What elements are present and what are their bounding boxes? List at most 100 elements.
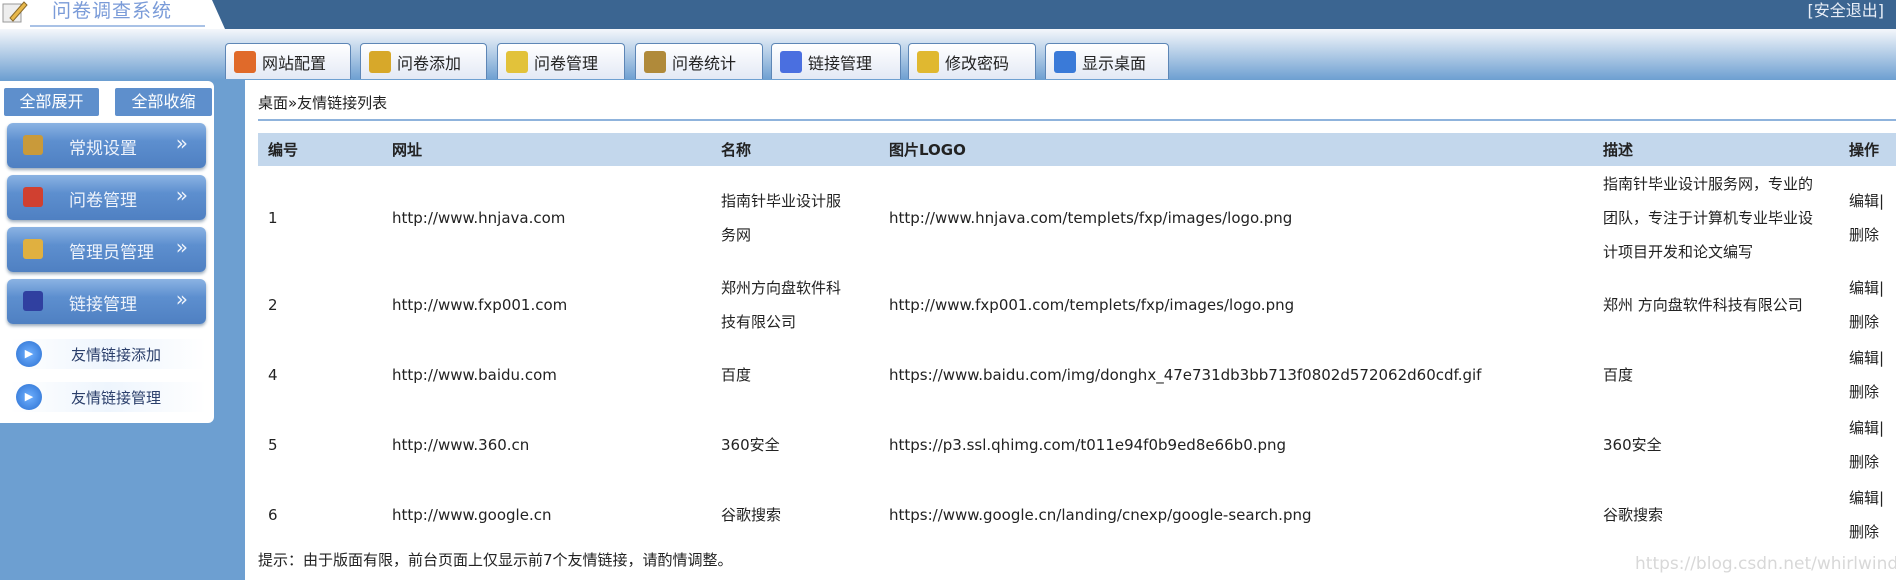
play-icon: ▶ [16, 384, 42, 410]
logout-link[interactable]: [安全退出] [1808, 0, 1885, 21]
row-actions: 编辑| 删除 [1839, 410, 1896, 480]
menu-label: 管理员管理 [69, 243, 154, 263]
expand-all-button[interactable]: 全部展开 [4, 88, 99, 116]
top-bar: [安全退出] [0, 0, 1896, 29]
subitem-label: 友情链接管理 [71, 389, 162, 407]
row-actions: 编辑| 删除 [1839, 270, 1896, 340]
play-icon: ▶ [16, 341, 42, 367]
row-id: 1 [268, 209, 278, 227]
row-actions: 编辑| 删除 [1839, 340, 1896, 410]
menu-label: 问卷管理 [69, 191, 137, 211]
tab-label: 网站配置 [262, 53, 327, 73]
title-underline [30, 25, 205, 27]
row-name: 郑州方向盘软件科技有限公司 [721, 279, 842, 331]
table-header-row: 编号 网址 名称 图片LOGO 描述 操作 [258, 133, 1896, 166]
row-url: http://www.google.cn [392, 506, 552, 524]
col-desc: 描述 [1593, 133, 1839, 166]
menu-label: 链接管理 [69, 295, 137, 315]
row-url: http://www.hnjava.com [392, 209, 566, 227]
tab-6[interactable]: 显示桌面 [1045, 43, 1169, 79]
watermark: https://blog.csdn.net/whirlwind52 [1635, 554, 1896, 574]
sidebar-menu-3[interactable]: 链接管理 » [7, 279, 206, 324]
row-name: 360安全 [721, 436, 780, 454]
settings-folder-icon [23, 135, 43, 155]
tab-label: 问卷管理 [534, 53, 599, 73]
chevron-right-icon: » [175, 131, 188, 155]
row-desc: 郑州 方向盘软件科技有限公司 [1603, 296, 1803, 314]
row-url: http://www.fxp001.com [392, 296, 568, 314]
tab-2[interactable]: 问卷管理 [497, 43, 625, 79]
tag-icon [506, 50, 528, 73]
book-icon [369, 50, 391, 73]
tab-label: 问卷添加 [397, 53, 462, 73]
house-icon [234, 50, 256, 73]
col-actions: 操作 [1839, 133, 1896, 166]
speaker-icon [780, 50, 802, 73]
delete-link[interactable]: 删除 [1849, 453, 1879, 471]
row-actions: 编辑| 删除 [1839, 166, 1896, 270]
row-desc: 谷歌搜索 [1603, 506, 1664, 524]
collapse-all-button[interactable]: 全部收缩 [115, 88, 212, 116]
menu-label: 常规设置 [69, 139, 137, 159]
row-url: http://www.baidu.com [392, 366, 557, 384]
app-logo: 问卷调查系统 [0, 0, 225, 29]
row-name: 指南针毕业设计服务网 [721, 192, 842, 244]
table-row: 4 http://www.baidu.com 百度 https://www.baidu… [258, 340, 1896, 410]
links-table: 编号 网址 名称 图片LOGO 描述 操作 1 http://www.hnjava… [258, 133, 1896, 550]
breadcrumb: 桌面»友情链接列表 [258, 94, 388, 112]
row-id: 2 [268, 296, 278, 314]
tab-1[interactable]: 问卷添加 [360, 43, 487, 79]
desktop-icon [1054, 50, 1076, 73]
subitem-label: 友情链接添加 [71, 346, 162, 364]
row-id: 6 [268, 506, 278, 524]
chevron-right-icon: » [175, 235, 188, 259]
shapes-icon [23, 187, 43, 207]
table-row: 1 http://www.hnjava.com 指南针毕业设计服务网 http://w… [258, 166, 1896, 270]
col-logo: 图片LOGO [879, 133, 1593, 166]
table-row: 5 http://www.360.cn 360安全 https://p3.ssl.qh… [258, 410, 1896, 480]
sidebar-menu-0[interactable]: 常规设置 » [7, 123, 206, 168]
tower-icon [644, 50, 666, 73]
tab-0[interactable]: 网站配置 [225, 43, 351, 79]
sidebar-subitem-1[interactable]: ▶ 友情链接管理 [10, 382, 206, 412]
tab-label: 问卷统计 [672, 53, 737, 73]
edit-link[interactable]: 编辑| [1849, 419, 1884, 437]
row-id: 5 [268, 436, 278, 454]
row-desc: 百度 [1603, 366, 1634, 384]
table-row: 6 http://www.google.cn 谷歌搜索 https://www.goo… [258, 480, 1896, 550]
tab-label: 修改密码 [945, 53, 1010, 73]
row-logo: https://www.baidu.com/img/donghx_47e731d… [889, 366, 1482, 384]
row-logo: https://p3.ssl.qhimg.com/t011e94f0b9ed8e… [889, 436, 1287, 454]
row-desc: 指南针毕业设计服务网，专业的团队，专注于计算机专业毕业设计项目开发和论文编写 [1603, 175, 1814, 261]
footnote: 提示：由于版面有限，前台页面上仅显示前7个友情链接，请酌情调整。 [258, 551, 733, 569]
list-icon [23, 291, 43, 311]
tab-3[interactable]: 问卷统计 [635, 43, 763, 79]
row-logo: http://www.hnjava.com/templets/fxp/image… [889, 209, 1293, 227]
row-name: 百度 [721, 366, 752, 384]
row-logo: https://www.google.cn/landing/cnexp/goog… [889, 506, 1312, 524]
row-name: 谷歌搜索 [721, 506, 782, 524]
tab-label: 显示桌面 [1082, 53, 1147, 73]
admin-home-icon [23, 239, 43, 259]
col-url: 网址 [382, 133, 711, 166]
edit-link[interactable]: 编辑| [1849, 349, 1884, 367]
chevron-right-icon: » [175, 287, 188, 311]
edit-link[interactable]: 编辑| [1849, 279, 1884, 297]
table-row: 2 http://www.fxp001.com 郑州方向盘软件科技有限公司 http:… [258, 270, 1896, 340]
row-logo: http://www.fxp001.com/templets/fxp/image… [889, 296, 1295, 314]
sidebar-menu-1[interactable]: 问卷管理 » [7, 175, 206, 220]
row-actions: 编辑| 删除 [1839, 480, 1896, 550]
keys-icon [917, 50, 939, 73]
edit-link[interactable]: 编辑| [1849, 192, 1884, 210]
sidebar-subitem-0[interactable]: ▶ 友情链接添加 [10, 339, 206, 369]
delete-link[interactable]: 删除 [1849, 523, 1879, 541]
delete-link[interactable]: 删除 [1849, 383, 1879, 401]
edit-link[interactable]: 编辑| [1849, 489, 1884, 507]
tab-5[interactable]: 修改密码 [908, 43, 1036, 79]
delete-link[interactable]: 删除 [1849, 313, 1879, 331]
pencil-icon [2, 1, 28, 23]
sidebar-menu-2[interactable]: 管理员管理 » [7, 227, 206, 272]
delete-link[interactable]: 删除 [1849, 226, 1879, 244]
tab-4[interactable]: 链接管理 [771, 43, 901, 79]
row-url: http://www.360.cn [392, 436, 530, 454]
